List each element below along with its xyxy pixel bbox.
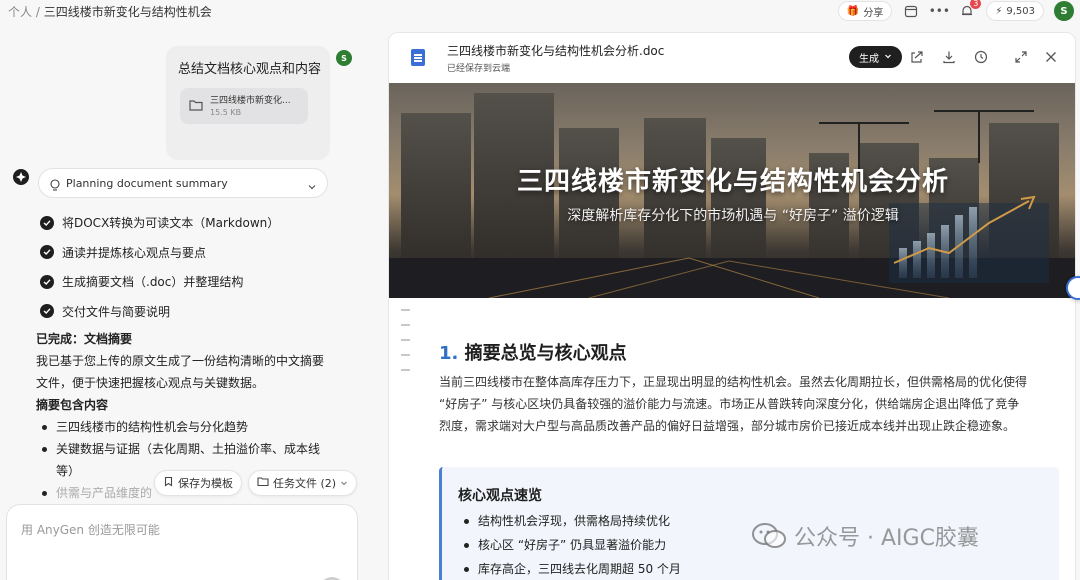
plan-step-label: 生成摘要文档（.doc）并整理结构 [62,275,244,290]
banner-subtitle: 深度解析库存分化下的市场机遇与 “好房子” 溢价逻辑 [567,208,899,224]
user-avatar[interactable]: S [1054,1,1074,21]
check-circle-icon [40,245,54,260]
task-files-label: 任务文件 (2) [273,477,337,490]
document-header: 三四线楼市新变化与结构性机会分析.doc 已经保存到云端 生成 [389,33,1075,83]
plan-step: 通读并提炼核心观点与要点 [40,238,279,268]
calendar-settings-icon[interactable] [902,2,920,20]
check-circle-icon [40,274,54,289]
document-outline-markers[interactable] [401,309,410,384]
bookmark-icon [163,476,174,490]
document-actions [907,46,991,68]
top-bar: 个人 / 三四线楼市新变化与结构性机会 🎁 分享 ••• 3 ⚡ 9,503 S [0,0,1080,24]
plan-steps: 将DOCX转换为可读文本（Markdown） 通读并提炼核心观点与要点 生成摘要… [40,208,279,326]
breadcrumb: 个人 / 三四线楼市新变化与结构性机会 [8,3,212,20]
chevron-down-icon [884,52,892,63]
chevron-down-icon [340,477,348,490]
section-body: 当前三四线楼市在整体高库存压力下，正显现出明显的结构性机会。虽然去化周期拉长，但… [439,375,1028,433]
document-panel: 三四线楼市新变化与结构性机会分析.doc 已经保存到云端 生成 三四线楼市新变化… [388,32,1076,580]
check-circle-icon [40,215,54,230]
user-message-text: 总结文档核心观点和内容 [178,62,322,77]
planning-dropdown[interactable]: Planning document summary [38,168,328,198]
credits-value: 9,503 [1006,5,1035,17]
plan-step: 将DOCX转换为可读文本（Markdown） [40,208,279,238]
callout-list: 结构性机会浮现，供需格局持续优化 核心区 “好房子” 仍具显著溢价能力 库存高企… [462,509,681,580]
chat-panel: 总结文档核心观点和内容 三四线楼市新变化... 15.5 KB S Planni… [0,24,372,580]
attachment-chip[interactable]: 三四线楼市新变化... 15.5 KB [180,88,308,124]
chevron-down-icon [307,177,317,196]
download-icon[interactable] [939,46,959,68]
plan-step: 交付文件与简要说明 [40,297,279,327]
floating-actions: 保存为模板 任务文件 (2) [154,470,358,496]
expand-icon[interactable] [1011,46,1031,68]
list-item: 结构性机会浮现，供需格局持续优化 [462,509,681,533]
save-template-button[interactable]: 保存为模板 [154,470,242,496]
generate-label: 生成 [859,53,879,65]
section-title: 摘要总览与核心观点 [464,343,627,364]
lightbulb-icon [49,177,61,196]
done-title: 已完成：文档摘要 [36,332,133,346]
document-banner-image: 三四线楼市新变化与结构性机会分析 深度解析库存分化下的市场机遇与 “好房子” 溢… [389,83,1075,298]
chat-input-placeholder: 用 AnyGen 创造无限可能 [21,523,160,537]
done-text: 我已基于您上传的原文生成了一份结构清晰的中文摘要文件，便于快速把握核心观点与关键… [36,354,325,390]
doc-file-icon [411,49,425,66]
lightning-icon: ⚡ [995,5,1003,17]
attachment-name: 三四线楼市新变化... [210,96,291,106]
gift-icon: 🎁 [846,5,860,17]
breadcrumb-root[interactable]: 个人 [8,5,32,19]
wechat-icon [752,523,786,548]
breadcrumb-separator: / [35,5,40,19]
plan-step-label: 将DOCX转换为可读文本（Markdown） [62,216,280,231]
history-icon[interactable] [971,46,991,68]
chat-input[interactable]: 用 AnyGen 创造无限可能 [6,504,358,580]
banner-title: 三四线楼市新变化与结构性机会分析 [516,167,949,197]
folder-icon [188,97,204,117]
folder-icon [257,476,269,490]
check-circle-icon [40,304,54,319]
watermark-text: 公众号 · AIGC胶囊 [794,526,979,551]
window-actions [1011,46,1061,68]
notification-badge: 3 [970,0,982,9]
contents-title: 摘要包含内容 [36,398,109,412]
list-item: 库存高企，三四线去化周期超 50 个月 [462,557,681,580]
document-file-name: 三四线楼市新变化与结构性机会分析.doc [447,44,665,58]
section-number: 1. [439,343,459,364]
share-button[interactable]: 🎁 分享 [837,1,893,21]
user-avatar-small: S [336,50,352,66]
credits-pill[interactable]: ⚡ 9,503 [986,1,1044,21]
planning-label: Planning document summary [66,177,228,190]
task-files-button[interactable]: 任务文件 (2) [248,470,358,496]
callout-title: 核心观点速览 [458,488,542,504]
agent-logo-icon [12,168,30,186]
attachment-size: 15.5 KB [210,108,242,117]
more-icon[interactable]: ••• [929,2,950,20]
plan-step: 生成摘要文档（.doc）并整理结构 [40,267,279,297]
save-status: 已经保存到云端 [447,64,511,74]
list-item: 三四线楼市的结构性机会与分化趋势 [40,416,332,438]
watermark: 公众号 · AIGC胶囊 [752,520,979,552]
generate-button[interactable]: 生成 [849,46,902,68]
list-item: 核心区 “好房子” 仍具显著溢价能力 [462,533,681,557]
share-label: 分享 [863,7,884,19]
plan-step-label: 通读并提炼核心观点与要点 [62,245,207,260]
save-template-label: 保存为模板 [178,477,233,490]
section-heading: 1. 摘要总览与核心观点 [439,339,627,365]
close-icon[interactable] [1041,46,1061,68]
plan-step-label: 交付文件与简要说明 [62,304,171,319]
breadcrumb-current: 三四线楼市新变化与结构性机会 [43,5,212,19]
user-message-bubble: 总结文档核心观点和内容 三四线楼市新变化... 15.5 KB [166,46,330,160]
top-actions: 🎁 分享 ••• 3 ⚡ 9,503 S [837,0,1074,22]
bell-icon[interactable]: 3 [958,0,982,20]
share-icon[interactable] [907,46,927,68]
